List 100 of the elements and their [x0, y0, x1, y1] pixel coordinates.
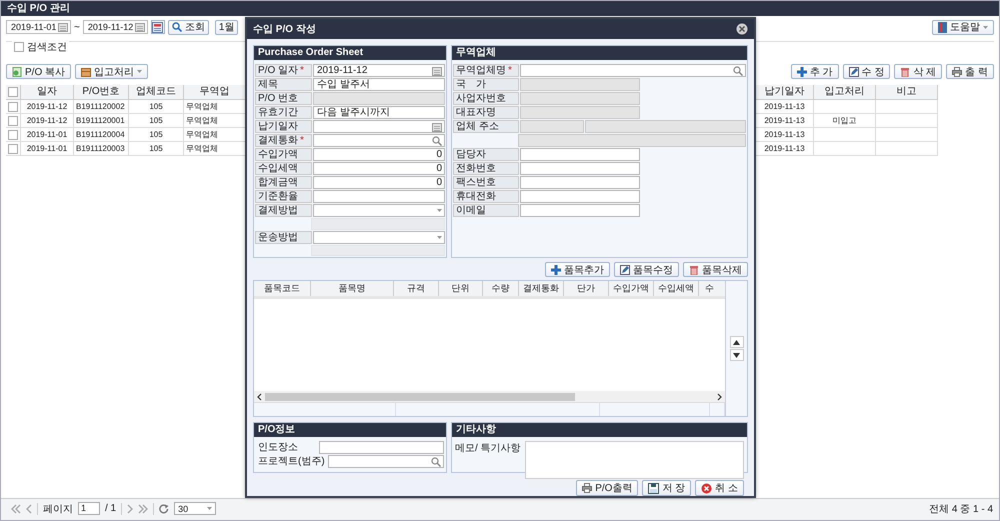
edit-button[interactable]: 수 정 — [842, 64, 890, 79]
date-field[interactable]: 2019-11-12 — [313, 64, 445, 77]
print-button[interactable]: 출 력 — [946, 64, 994, 79]
column-header: 품목명 — [311, 281, 394, 296]
field-label: 수입세액 — [255, 162, 312, 175]
table-cell: 105 — [129, 142, 184, 156]
address-field — [520, 120, 584, 133]
dropdown-field[interactable] — [313, 204, 445, 217]
table-cell: 105 — [129, 128, 184, 142]
save-button[interactable]: 저 장 — [642, 480, 692, 496]
caret-icon — [983, 26, 988, 28]
trash-icon — [900, 66, 910, 76]
dropdown-field[interactable] — [313, 230, 445, 244]
copy-button[interactable]: P/O 복사 — [6, 64, 72, 79]
field-label: 업체 주소 — [453, 120, 519, 133]
add-item-button[interactable]: 품목추가 — [545, 262, 610, 277]
field-label: 프로젝트(범주) — [257, 455, 326, 468]
amount-field[interactable]: 0 — [313, 162, 445, 175]
search-field[interactable] — [328, 455, 444, 468]
delete-item-button[interactable]: 품목삭제 — [683, 262, 748, 277]
next-page-icon[interactable] — [127, 504, 134, 514]
book-icon — [938, 22, 947, 32]
field-label: 휴대전화 — [453, 190, 519, 203]
input-field[interactable]: 다음 발주시까지 — [313, 106, 445, 119]
up-arrow-icon — [733, 340, 740, 344]
search-icon — [431, 456, 441, 466]
date-field[interactable]: 2019-11-12 — [82, 20, 148, 34]
input-field[interactable]: 수입 발주서 — [313, 78, 445, 91]
document-icon — [12, 66, 22, 76]
input-field[interactable] — [313, 190, 445, 203]
checkbox[interactable] — [8, 144, 18, 154]
column-header: P/O번호 — [74, 85, 129, 100]
cancel-button[interactable]: 취 소 — [695, 480, 744, 496]
delete-button[interactable]: 삭 제 — [894, 64, 942, 79]
amount-field[interactable]: 0 — [313, 148, 445, 161]
checkbox[interactable] — [8, 102, 18, 112]
page-size-select[interactable]: 30 — [174, 502, 216, 515]
edit-item-button[interactable]: 품목수정 — [614, 262, 679, 277]
period-button[interactable]: 1월 — [214, 20, 238, 34]
column-header: 일자 — [21, 85, 74, 100]
search-field[interactable] — [520, 64, 746, 77]
help-button[interactable]: 도움말 — [932, 20, 994, 34]
calendar-icon — [432, 66, 442, 76]
table-cell — [876, 128, 938, 142]
table-cell: 2019-11-01 — [21, 128, 74, 142]
input-field[interactable] — [520, 162, 640, 175]
add-button[interactable]: 추 가 — [790, 64, 839, 79]
checkbox[interactable] — [8, 130, 18, 140]
refresh-icon[interactable] — [159, 504, 170, 514]
previous-page-icon[interactable] — [26, 504, 32, 514]
input-field[interactable] — [319, 441, 444, 454]
page-input[interactable]: 1 — [78, 502, 100, 515]
column-header: 수입세액 — [654, 281, 699, 296]
table-cell: 2019-11-01 — [21, 142, 74, 156]
page-total: / 1 — [105, 503, 116, 514]
trash-icon — [689, 264, 699, 274]
first-page-icon[interactable] — [11, 504, 21, 514]
input-field[interactable] — [520, 190, 640, 203]
panel-header: 무역업체 — [452, 46, 747, 60]
receive-button[interactable]: 입고처리 — [75, 64, 148, 79]
field-label: 기준환율 — [255, 190, 312, 203]
field-label: 사업자번호 — [453, 92, 519, 105]
panel-header: Purchase Order Sheet — [254, 46, 446, 60]
checkbox[interactable] — [14, 42, 24, 52]
field-label: 유효기간 — [255, 106, 312, 119]
table-cell — [814, 100, 876, 114]
date-field[interactable] — [313, 120, 445, 133]
range-separator: ~ — [74, 22, 80, 32]
scroll-right-icon[interactable] — [717, 392, 722, 400]
calendar-icon — [432, 122, 442, 132]
table-cell: B1911120001 — [74, 114, 129, 128]
last-page-icon[interactable] — [138, 504, 148, 514]
caret-icon — [137, 70, 142, 73]
table-cell: B1911120003 — [74, 142, 129, 156]
field-label: 메모/ 특기사항 — [455, 442, 521, 455]
checkbox[interactable] — [8, 87, 18, 97]
search-field[interactable] — [313, 134, 445, 147]
field-label: 제목 — [255, 78, 312, 91]
move-down-button[interactable] — [730, 349, 744, 361]
window-title: 수입 P/O 관리 — [1, 1, 999, 16]
move-up-button[interactable] — [730, 336, 744, 348]
table-cell: B1911120002 — [74, 100, 129, 114]
input-field[interactable] — [520, 148, 640, 161]
memo-field[interactable] — [524, 441, 744, 479]
search-button[interactable]: 조회 — [168, 20, 209, 34]
scroll-left-icon[interactable] — [257, 392, 262, 400]
print-button[interactable]: P/O출력 — [576, 480, 638, 496]
required-mark: * — [508, 65, 512, 76]
amount-field[interactable]: 0 — [313, 176, 445, 189]
calendar-icon — [152, 22, 164, 32]
scrollbar-thumb[interactable] — [265, 392, 575, 400]
input-field[interactable] — [520, 204, 640, 217]
checkbox[interactable] — [8, 116, 18, 126]
table-cell — [876, 100, 938, 114]
input-field[interactable] — [520, 176, 640, 189]
close-icon[interactable] — [736, 23, 748, 35]
date-field[interactable]: 2019-11-01 — [6, 20, 71, 34]
calendar-button[interactable] — [150, 20, 165, 34]
cancel-icon — [701, 482, 712, 494]
printer-icon — [582, 483, 592, 493]
